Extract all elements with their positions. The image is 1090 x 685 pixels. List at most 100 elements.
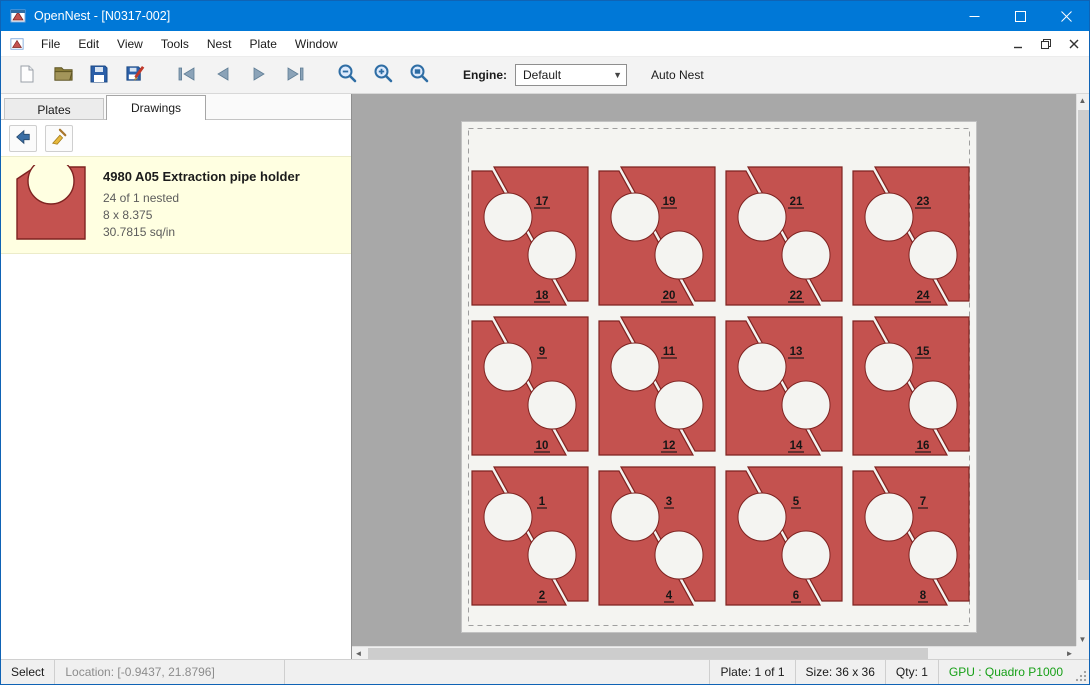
scroll-right-icon[interactable]: ► (1063, 647, 1076, 659)
menu-edit[interactable]: Edit (69, 31, 108, 56)
scroll-left-icon[interactable]: ◄ (352, 647, 365, 659)
auto-nest-button[interactable]: Auto Nest (645, 65, 710, 85)
drawing-nested-count: 24 of 1 nested (103, 190, 300, 207)
part-notch (865, 193, 913, 241)
statusbar: Select Location: [-0.9437, 21.8796] Plat… (1, 659, 1089, 684)
first-arrow-icon (176, 65, 198, 86)
part-notch (528, 531, 576, 579)
resize-grip-icon[interactable] (1073, 660, 1089, 684)
toolbar: Engine: Default ▼ Auto Nest (1, 57, 1089, 94)
horizontal-scrollbar[interactable]: ◄ ► (352, 646, 1076, 659)
send-to-plate-button[interactable] (9, 125, 37, 152)
scroll-down-icon[interactable]: ▼ (1076, 633, 1089, 646)
scroll-up-icon[interactable]: ▲ (1076, 94, 1089, 107)
part-number: 1 (539, 496, 546, 508)
previous-arrow-icon (213, 65, 233, 86)
part-pair: 1112 (599, 317, 715, 455)
zoom-fit-button[interactable] (401, 60, 437, 90)
status-right-group: Plate: 1 of 1 Size: 36 x 36 Qty: 1 GPU :… (709, 660, 1089, 684)
chevron-down-icon: ▼ (613, 70, 622, 80)
part-pair: 56 (726, 467, 842, 605)
part-notch (738, 493, 786, 541)
part-number: 11 (663, 346, 676, 358)
menu-file[interactable]: File (32, 31, 69, 56)
broom-icon (50, 128, 68, 149)
part-pair: 1718 (472, 167, 588, 305)
mdi-close-button[interactable] (1065, 35, 1083, 53)
horizontal-scroll-thumb[interactable] (368, 648, 928, 659)
part-number: 2 (539, 590, 545, 602)
menu-window[interactable]: Window (286, 31, 347, 56)
part-number: 3 (666, 496, 672, 508)
part-number: 14 (790, 440, 803, 452)
clear-drawings-button[interactable] (45, 125, 73, 152)
mdi-controls (1009, 35, 1089, 53)
save-as-button[interactable] (117, 60, 153, 90)
blue-arrow-left-icon (14, 128, 32, 149)
part-notch (611, 193, 659, 241)
part-number: 22 (790, 290, 803, 302)
plate[interactable]: 171819202122232491011121314151612345678 (462, 122, 976, 632)
drawing-area: 30.7815 sq/in (103, 224, 300, 241)
part-notch (738, 193, 786, 241)
menu-view[interactable]: View (108, 31, 152, 56)
main-area: Plates Drawings (1, 94, 1089, 659)
menu-plate[interactable]: Plate (241, 31, 286, 56)
part-notch (528, 231, 576, 279)
drawing-title: 4980 A05 Extraction pipe holder (103, 169, 300, 184)
next-plate-button[interactable] (241, 60, 277, 90)
previous-plate-button[interactable] (205, 60, 241, 90)
part-notch (865, 343, 913, 391)
new-button[interactable] (9, 60, 45, 90)
open-folder-icon (53, 63, 74, 87)
save-button[interactable] (81, 60, 117, 90)
status-size: Size: 36 x 36 (795, 660, 885, 684)
part-notch (655, 531, 703, 579)
part-notch (611, 343, 659, 391)
status-qty: Qty: 1 (885, 660, 938, 684)
mdi-restore-button[interactable] (1037, 35, 1055, 53)
engine-select[interactable]: Default ▼ (515, 64, 627, 86)
engine-label: Engine: (463, 68, 507, 82)
menu-nest[interactable]: Nest (198, 31, 241, 56)
tab-plates[interactable]: Plates (4, 98, 104, 120)
zoom-in-icon (373, 63, 394, 87)
part-pair: 2324 (853, 167, 969, 305)
last-plate-button[interactable] (277, 60, 313, 90)
app-window: OpenNest - [N0317-002] File Edit View To… (0, 0, 1090, 685)
close-button[interactable] (1043, 1, 1089, 31)
status-mode: Select (1, 660, 55, 684)
part-pair: 1314 (726, 317, 842, 455)
vertical-scroll-thumb[interactable] (1078, 110, 1089, 580)
mdi-minimize-button[interactable] (1009, 35, 1027, 53)
part-number: 15 (917, 346, 930, 358)
last-arrow-icon (284, 65, 306, 86)
nest-canvas[interactable]: 171819202122232491011121314151612345678 … (352, 94, 1089, 659)
part-notch (484, 193, 532, 241)
part-number: 19 (663, 196, 676, 208)
part-pair: 12 (472, 467, 588, 605)
document-icon (10, 36, 26, 52)
new-file-icon (17, 64, 37, 87)
maximize-button[interactable] (997, 1, 1043, 31)
part-number: 10 (536, 440, 549, 452)
menu-tools[interactable]: Tools (152, 31, 198, 56)
status-location: Location: [-0.9437, 21.8796] (55, 660, 285, 684)
part-number: 20 (663, 290, 676, 302)
vertical-scrollbar[interactable]: ▲ ▼ (1076, 94, 1089, 646)
drawing-list-item[interactable]: 4980 A05 Extraction pipe holder 24 of 1 … (1, 156, 351, 254)
part-notch (655, 231, 703, 279)
part-number: 5 (793, 496, 800, 508)
tab-drawings[interactable]: Drawings (106, 95, 206, 120)
zoom-out-button[interactable] (329, 60, 365, 90)
part-pair: 78 (853, 467, 969, 605)
part-notch (909, 231, 957, 279)
part-notch (865, 493, 913, 541)
minimize-button[interactable] (951, 1, 997, 31)
part-notch (655, 381, 703, 429)
first-plate-button[interactable] (169, 60, 205, 90)
open-button[interactable] (45, 60, 81, 90)
zoom-in-button[interactable] (365, 60, 401, 90)
part-number: 16 (917, 440, 930, 452)
part-notch (909, 531, 957, 579)
